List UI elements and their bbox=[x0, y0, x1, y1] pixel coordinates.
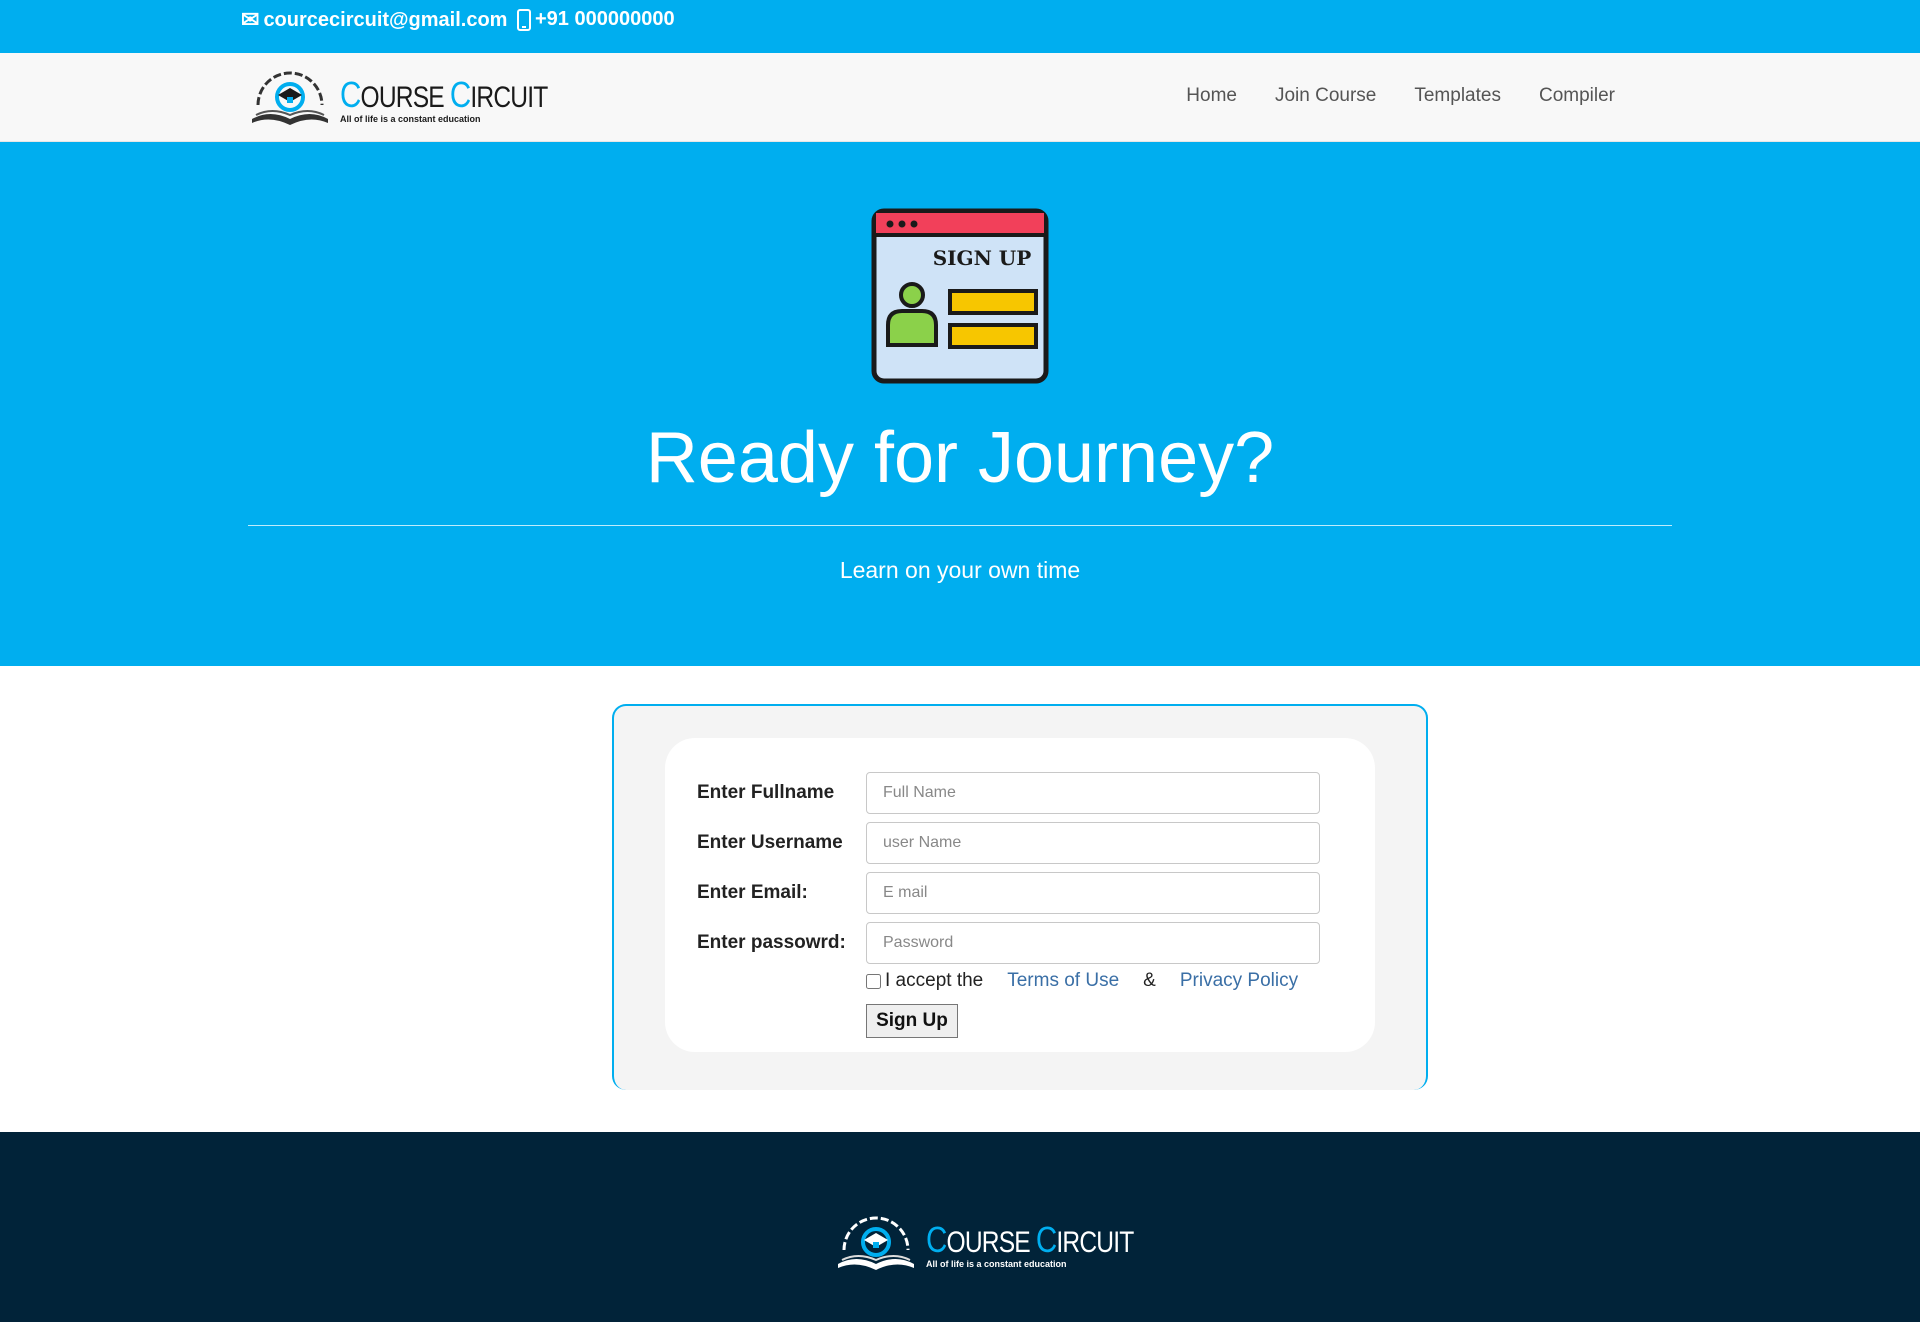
mobile-phone-icon bbox=[517, 8, 531, 31]
footer-brand-initial-2: C bbox=[1035, 1218, 1057, 1260]
contact-phone-text: +91 000000000 bbox=[535, 8, 675, 30]
main-nav: Home Join Course Templates Compiler bbox=[1167, 85, 1634, 107]
username-row: Enter Username bbox=[697, 822, 1320, 864]
footer-brand-tagline: All of life is a constant education bbox=[926, 1258, 1067, 1269]
terms-of-use-link[interactable]: Terms of Use bbox=[1007, 970, 1119, 992]
fullname-input[interactable] bbox=[866, 772, 1320, 814]
password-input[interactable] bbox=[866, 922, 1320, 964]
footer-brand-word-2: IRCUIT bbox=[1056, 1225, 1134, 1259]
brand-name: COURSE CIRCUIT bbox=[340, 73, 548, 115]
nav-join-course[interactable]: Join Course bbox=[1256, 85, 1395, 107]
footer-brand-word-1: OURSE bbox=[946, 1225, 1031, 1259]
fullname-label: Enter Fullname bbox=[697, 782, 835, 803]
contact-phone: +91 000000000 bbox=[517, 8, 675, 31]
brand-initial-1: C bbox=[340, 73, 361, 115]
book-cap-logo-icon bbox=[838, 1216, 914, 1270]
contact-email: ✉ courcecircuit@gmail.com bbox=[241, 8, 507, 32]
contact-email-text: courcecircuit@gmail.com bbox=[263, 8, 508, 31]
email-input[interactable] bbox=[866, 872, 1320, 914]
hero-subtitle: Learn on your own time bbox=[839, 557, 1081, 583]
accept-terms-row: I accept the Terms of Use & Privacy Poli… bbox=[866, 970, 1298, 992]
email-row: Enter Email: bbox=[697, 872, 1320, 914]
top-contact-bar: ✉ courcecircuit@gmail.com +91 000000000 bbox=[0, 0, 1920, 53]
brand-initial-2: C bbox=[449, 73, 471, 115]
signup-button[interactable]: Sign Up bbox=[866, 1004, 958, 1038]
footer-brand-logo[interactable]: COURSE CIRCUIT All of life is a constant… bbox=[834, 1216, 1179, 1274]
signup-illustration-icon: SIGN UP bbox=[871, 208, 1049, 384]
nav-compiler[interactable]: Compiler bbox=[1520, 85, 1634, 107]
brand-logo[interactable]: COURSE CIRCUIT All of life is a constant… bbox=[248, 71, 593, 129]
username-label: Enter Username bbox=[697, 832, 843, 853]
hero-divider bbox=[248, 525, 1672, 526]
password-row: Enter passowrd: bbox=[697, 922, 1320, 964]
footer-brand-name: COURSE CIRCUIT bbox=[926, 1218, 1134, 1260]
book-cap-logo-icon bbox=[252, 71, 328, 125]
brand-text: COURSE CIRCUIT All of life is a constant… bbox=[340, 73, 593, 124]
brand-tagline: All of life is a constant education bbox=[340, 113, 481, 124]
envelope-icon: ✉ bbox=[241, 7, 260, 32]
accept-terms-text: I accept the bbox=[885, 970, 984, 991]
footer-brand-text: COURSE CIRCUIT All of life is a constant… bbox=[926, 1218, 1179, 1269]
footer: COURSE CIRCUIT All of life is a constant… bbox=[0, 1132, 1920, 1322]
hero-title: Ready for Journey? bbox=[645, 418, 1275, 498]
illustration-signup-text: SIGN UP bbox=[933, 246, 1032, 270]
accept-terms-checkbox[interactable] bbox=[866, 973, 881, 989]
brand-word-1: OURSE bbox=[360, 80, 445, 114]
nav-templates[interactable]: Templates bbox=[1395, 85, 1520, 107]
hero-section: SIGN UP Ready for Journey? Learn on your… bbox=[0, 142, 1920, 666]
navbar: COURSE CIRCUIT All of life is a constant… bbox=[0, 53, 1920, 142]
privacy-policy-link[interactable]: Privacy Policy bbox=[1180, 970, 1298, 992]
nav-home[interactable]: Home bbox=[1167, 85, 1256, 107]
password-label: Enter passowrd: bbox=[697, 932, 846, 953]
username-input[interactable] bbox=[866, 822, 1320, 864]
ampersand-text: & bbox=[1143, 970, 1156, 991]
footer-brand-initial-1: C bbox=[926, 1218, 947, 1260]
fullname-row: Enter Fullname bbox=[697, 772, 1320, 814]
email-label: Enter Email: bbox=[697, 882, 808, 903]
brand-word-2: IRCUIT bbox=[470, 80, 548, 114]
